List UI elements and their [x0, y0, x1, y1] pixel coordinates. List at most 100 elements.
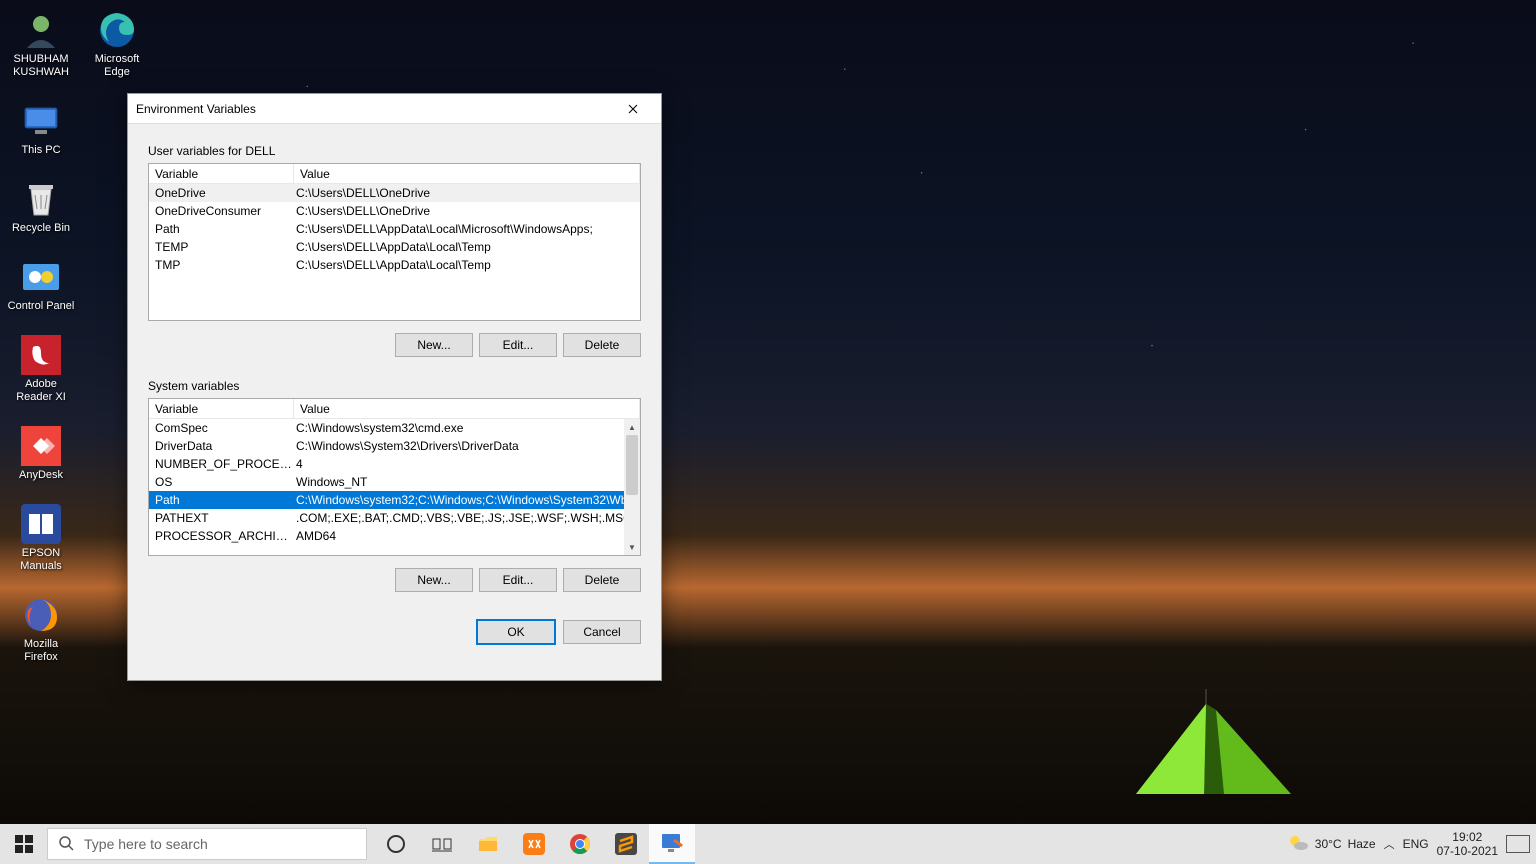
var-name: NUMBER_OF_PROCESSORS: [149, 457, 294, 471]
var-name: DriverData: [149, 439, 294, 453]
col-variable[interactable]: Variable: [149, 164, 294, 183]
control-panel-icon: [21, 257, 61, 297]
adobe-reader-icon: [21, 335, 61, 375]
taskbar-system-properties[interactable]: [649, 824, 695, 864]
desktop-icon-epson-manuals[interactable]: EPSON Manuals: [6, 504, 76, 573]
table-row[interactable]: NUMBER_OF_PROCESSORS4: [149, 455, 640, 473]
col-variable[interactable]: Variable: [149, 399, 294, 418]
cancel-button[interactable]: Cancel: [563, 620, 641, 644]
desktop-icon-user-folder[interactable]: SHUBHAM KUSHWAH: [6, 10, 76, 79]
edge-icon: [97, 10, 137, 50]
icon-label: SHUBHAM KUSHWAH: [6, 53, 76, 79]
system-vars-label: System variables: [148, 379, 641, 393]
var-name: PATHEXT: [149, 511, 294, 525]
var-value: C:\Windows\system32\cmd.exe: [294, 421, 640, 435]
table-row[interactable]: OSWindows_NT: [149, 473, 640, 491]
recycle-bin-icon: [21, 179, 61, 219]
table-row[interactable]: OneDriveConsumerC:\Users\DELL\OneDrive: [149, 202, 640, 220]
list-header: Variable Value: [149, 164, 640, 184]
user-delete-button[interactable]: Delete: [563, 333, 641, 357]
epson-manuals-icon: [21, 504, 61, 544]
language-indicator[interactable]: ENG: [1403, 837, 1429, 851]
system-tray: 30°C Haze ︿ ENG 19:02 07-10-2021: [1287, 824, 1536, 864]
weather-temp: 30°C: [1315, 837, 1342, 851]
var-value: Windows_NT: [294, 475, 640, 489]
search-input[interactable]: Type here to search: [47, 828, 367, 860]
scroll-thumb[interactable]: [626, 435, 638, 495]
desktop-icon-edge[interactable]: Microsoft Edge: [82, 10, 152, 79]
time: 19:02: [1452, 830, 1482, 844]
wallpaper-tent: [1116, 684, 1316, 804]
user-variables-list[interactable]: Variable Value OneDriveC:\Users\DELL\One…: [148, 163, 641, 321]
icon-label: Recycle Bin: [12, 222, 70, 235]
table-row[interactable]: ComSpecC:\Windows\system32\cmd.exe: [149, 419, 640, 437]
action-center-icon[interactable]: [1506, 835, 1530, 853]
var-value: C:\Users\DELL\OneDrive: [294, 186, 640, 200]
var-name: TEMP: [149, 240, 294, 254]
scroll-down-icon[interactable]: ▼: [624, 539, 640, 555]
table-row[interactable]: TEMPC:\Users\DELL\AppData\Local\Temp: [149, 238, 640, 256]
table-row[interactable]: PathC:\Windows\system32;C:\Windows;C:\Wi…: [149, 491, 640, 509]
var-value: AMD64: [294, 529, 640, 543]
col-value[interactable]: Value: [294, 399, 640, 418]
var-value: C:\Users\DELL\OneDrive: [294, 204, 640, 218]
icon-label: Control Panel: [8, 300, 75, 313]
scrollbar[interactable]: ▲ ▼: [624, 419, 640, 555]
user-new-button[interactable]: New...: [395, 333, 473, 357]
user-vars-label: User variables for DELL: [148, 144, 641, 158]
sys-new-button[interactable]: New...: [395, 568, 473, 592]
avatar-icon: [21, 10, 61, 50]
icon-label: AnyDesk: [19, 469, 63, 482]
icon-label: This PC: [21, 144, 60, 157]
taskbar-sublime[interactable]: [603, 824, 649, 864]
col-value[interactable]: Value: [294, 164, 640, 183]
taskbar-xampp[interactable]: [511, 824, 557, 864]
start-button[interactable]: [0, 824, 48, 864]
list-header: Variable Value: [149, 399, 640, 419]
firefox-icon: [21, 595, 61, 635]
var-value: 4: [294, 457, 640, 471]
sys-edit-button[interactable]: Edit...: [479, 568, 557, 592]
table-row[interactable]: DriverDataC:\Windows\System32\Drivers\Dr…: [149, 437, 640, 455]
dialog-title: Environment Variables: [136, 102, 256, 116]
var-value: .COM;.EXE;.BAT;.CMD;.VBS;.VBE;.JS;.JSE;.…: [294, 511, 640, 525]
table-row[interactable]: PATHEXT.COM;.EXE;.BAT;.CMD;.VBS;.VBE;.JS…: [149, 509, 640, 527]
taskbar-chrome[interactable]: [557, 824, 603, 864]
user-edit-button[interactable]: Edit...: [479, 333, 557, 357]
table-row[interactable]: TMPC:\Users\DELL\AppData\Local\Temp: [149, 256, 640, 274]
search-placeholder: Type here to search: [84, 836, 208, 852]
weather-condition: Haze: [1348, 837, 1376, 851]
tray-overflow-icon[interactable]: ︿: [1384, 836, 1395, 852]
desktop-icon-anydesk[interactable]: AnyDesk: [6, 426, 76, 482]
desktop-icon-this-pc[interactable]: This PC: [6, 101, 76, 157]
var-name: ComSpec: [149, 421, 294, 435]
clock[interactable]: 19:02 07-10-2021: [1437, 830, 1498, 858]
var-name: PROCESSOR_ARCHITECTU...: [149, 529, 294, 543]
ok-button[interactable]: OK: [477, 620, 555, 644]
taskbar: Type here to search 30°C Haze ︿ ENG 19:0…: [0, 824, 1536, 864]
sys-delete-button[interactable]: Delete: [563, 568, 641, 592]
var-name: Path: [149, 493, 294, 507]
cortana-button[interactable]: [373, 824, 419, 864]
var-value: C:\Users\DELL\AppData\Local\Microsoft\Wi…: [294, 222, 640, 236]
scroll-up-icon[interactable]: ▲: [624, 419, 640, 435]
titlebar[interactable]: Environment Variables: [128, 94, 661, 124]
table-row[interactable]: OneDriveC:\Users\DELL\OneDrive: [149, 184, 640, 202]
var-value: C:\Windows\System32\Drivers\DriverData: [294, 439, 640, 453]
taskbar-file-explorer[interactable]: [465, 824, 511, 864]
weather-icon: [1287, 833, 1309, 856]
desktop-icon-recycle-bin[interactable]: Recycle Bin: [6, 179, 76, 235]
icon-label: Mozilla Firefox: [6, 638, 76, 664]
table-row[interactable]: PROCESSOR_ARCHITECTU...AMD64: [149, 527, 640, 545]
system-variables-list[interactable]: Variable Value ComSpecC:\Windows\system3…: [148, 398, 641, 556]
table-row[interactable]: PathC:\Users\DELL\AppData\Local\Microsof…: [149, 220, 640, 238]
close-button[interactable]: [613, 95, 653, 123]
desktop-icon-adobe-reader[interactable]: Adobe Reader XI: [6, 335, 76, 404]
icon-label: EPSON Manuals: [6, 547, 76, 573]
desktop-icon-firefox[interactable]: Mozilla Firefox: [6, 595, 76, 664]
var-name: TMP: [149, 258, 294, 272]
weather-widget[interactable]: 30°C Haze: [1287, 833, 1376, 856]
task-view-button[interactable]: [419, 824, 465, 864]
desktop-icon-control-panel[interactable]: Control Panel: [6, 257, 76, 313]
var-name: Path: [149, 222, 294, 236]
